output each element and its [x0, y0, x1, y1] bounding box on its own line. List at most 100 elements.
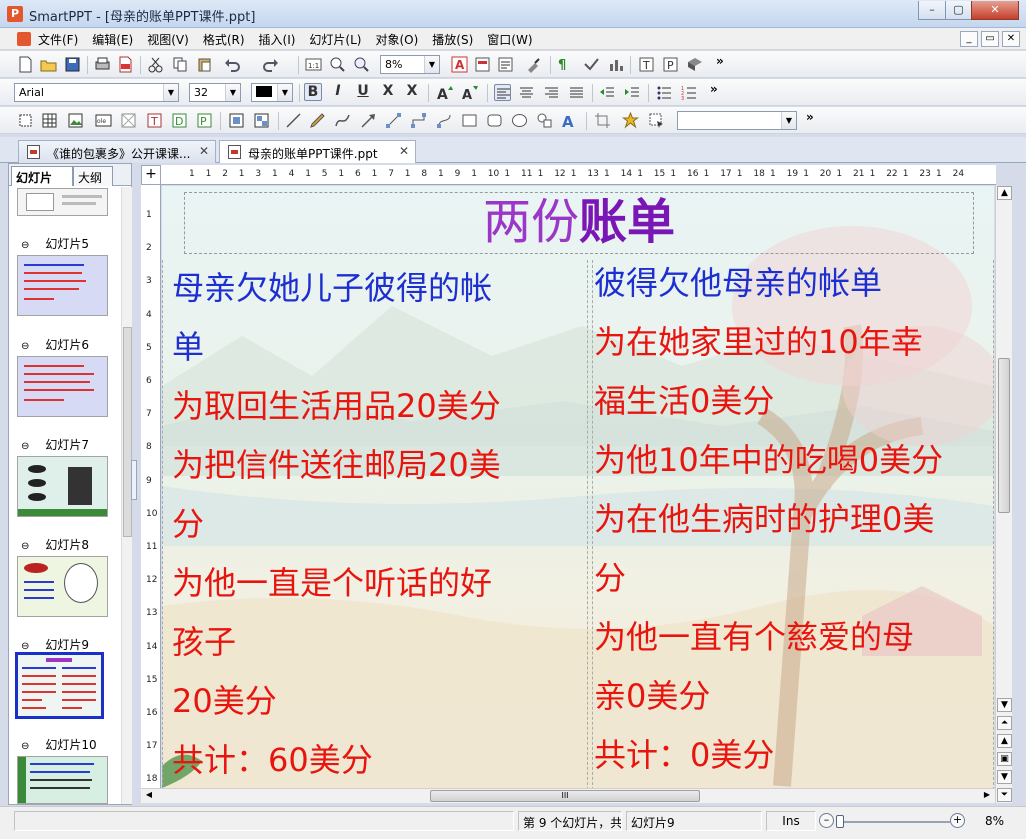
- toolbar-more-button[interactable]: »: [710, 82, 718, 96]
- menu-item-1[interactable]: 编辑(E): [92, 31, 133, 48]
- document-tab-2[interactable]: 母亲的账单PPT课件.ppt ✕: [219, 140, 416, 163]
- align-center-icon[interactable]: [518, 84, 535, 101]
- scrollbar-thumb[interactable]: [998, 358, 1010, 513]
- align-right-icon[interactable]: [543, 84, 560, 101]
- chart-icon[interactable]: [607, 56, 624, 73]
- zoom-fit-icon[interactable]: [329, 56, 346, 73]
- slide-vertical-scrollbar[interactable]: ▲ ▼ ⏶ ▲ ▣ ▼ ⏷: [995, 186, 1012, 803]
- chevron-down-icon[interactable]: ▼: [781, 112, 796, 129]
- decrease-indent-icon[interactable]: [599, 84, 616, 101]
- chevron-down-icon[interactable]: ▼: [424, 56, 439, 73]
- scroll-left-icon[interactable]: ◀: [142, 790, 156, 802]
- group-icon[interactable]: [228, 112, 245, 129]
- font-size-select[interactable]: 32 ▼: [189, 83, 241, 102]
- last-slide-icon[interactable]: ⏷: [997, 788, 1012, 802]
- document-menu-icon[interactable]: [17, 32, 31, 46]
- layout-icon[interactable]: [497, 56, 514, 73]
- table-icon[interactable]: [41, 112, 58, 129]
- text-color-select[interactable]: ▼: [251, 83, 293, 102]
- slide-thumbnail-9-selected[interactable]: [15, 652, 104, 719]
- slide-label-9[interactable]: ⊖ 幻灯片9: [21, 636, 89, 653]
- placeholder-icon[interactable]: P: [196, 112, 213, 129]
- menu-item-6[interactable]: 对象(O): [375, 31, 418, 48]
- zoom-select[interactable]: 8% ▼: [380, 55, 440, 74]
- next-slide-icon[interactable]: ▼: [997, 770, 1012, 784]
- minimize-button[interactable]: –: [918, 1, 946, 20]
- zoom-slider-handle[interactable]: [836, 815, 844, 828]
- menu-item-7[interactable]: 播放(S): [432, 31, 473, 48]
- ole-object-icon[interactable]: ole: [95, 112, 112, 129]
- object-icon[interactable]: [686, 56, 703, 73]
- print-icon[interactable]: [94, 56, 111, 73]
- style-select[interactable]: ▼: [677, 111, 797, 130]
- arrow-icon[interactable]: [360, 112, 377, 129]
- panel-splitter[interactable]: [131, 460, 137, 500]
- bold-button[interactable]: B: [304, 83, 322, 101]
- underline-button[interactable]: U: [354, 83, 372, 99]
- image-icon[interactable]: [67, 112, 84, 129]
- slide-label-10[interactable]: ⊖ 幻灯片10: [21, 736, 97, 753]
- curve-icon[interactable]: [334, 112, 351, 129]
- slide-canvas[interactable]: 两份账单 母亲欠她儿子彼得的帐单为取回生活用品20美分 为把信件送往邮局20美分为…: [162, 186, 994, 788]
- align-left-icon[interactable]: [494, 84, 511, 101]
- scrollbar-thumb[interactable]: III: [430, 790, 700, 802]
- insert-slide-icon[interactable]: [474, 56, 491, 73]
- slide-label-7[interactable]: ⊖ 幻灯片7: [21, 436, 89, 453]
- export-pdf-icon[interactable]: [117, 56, 134, 73]
- slide-thumbnail-7[interactable]: [17, 456, 108, 517]
- undo-icon[interactable]: [224, 56, 241, 73]
- format-painter-icon[interactable]: [525, 56, 542, 73]
- toolbar-more-button[interactable]: »: [716, 54, 724, 68]
- slide-label-8[interactable]: ⊖ 幻灯片8: [21, 536, 89, 553]
- ungroup-icon[interactable]: [253, 112, 270, 129]
- new-file-icon[interactable]: [17, 56, 34, 73]
- close-button[interactable]: ✕: [971, 1, 1019, 20]
- slide-thumbnail-6[interactable]: [17, 356, 108, 417]
- scrollbar-thumb[interactable]: [123, 327, 132, 537]
- elbow-connector-icon[interactable]: [410, 112, 427, 129]
- slide-thumbnail-10[interactable]: [17, 756, 108, 804]
- zoom-out-button[interactable]: –: [819, 813, 834, 828]
- font-name-select[interactable]: Arial ▼: [14, 83, 179, 102]
- slide-view-icon[interactable]: ▣: [997, 752, 1012, 766]
- line-icon[interactable]: [285, 112, 302, 129]
- slide-title[interactable]: 两份账单: [184, 192, 974, 254]
- menu-item-5[interactable]: 幻灯片(L): [309, 31, 361, 48]
- toolbar-more-button[interactable]: »: [806, 110, 814, 124]
- previous-slide-icon[interactable]: ▲: [997, 734, 1012, 748]
- bullet-list-icon[interactable]: [656, 84, 673, 101]
- text-frame-icon[interactable]: T: [146, 112, 163, 129]
- document-tab-1[interactable]: 《谁的包裹多》公开课课... ✕: [18, 140, 216, 163]
- copy-icon[interactable]: [172, 56, 189, 73]
- ruler-corner[interactable]: +: [141, 165, 161, 185]
- tab-outline[interactable]: 大纲: [73, 166, 113, 186]
- text-box-icon[interactable]: T: [638, 56, 655, 73]
- word-art-icon[interactable]: A: [561, 112, 578, 129]
- font-color-icon[interactable]: A: [451, 56, 468, 73]
- document-restore-button[interactable]: ▭: [981, 31, 999, 47]
- slide-label-5[interactable]: ⊖ 幻灯片5: [21, 235, 89, 252]
- document-close-button[interactable]: ✕: [1002, 31, 1020, 47]
- shapes-icon[interactable]: [536, 112, 553, 129]
- paste-icon[interactable]: [196, 56, 213, 73]
- animation-icon[interactable]: [583, 56, 600, 73]
- save-icon[interactable]: [64, 56, 81, 73]
- slide-thumbnail-4[interactable]: [17, 188, 108, 216]
- numbered-list-icon[interactable]: 123: [681, 84, 698, 101]
- slide-thumbnail-5[interactable]: [17, 255, 108, 316]
- chevron-down-icon[interactable]: ▼: [225, 84, 240, 101]
- curved-connector-icon[interactable]: [436, 112, 453, 129]
- actual-size-icon[interactable]: 1:1: [305, 56, 322, 73]
- spell-check-icon[interactable]: ¶: [557, 56, 574, 73]
- tab-close-icon[interactable]: ✕: [199, 144, 209, 158]
- menu-item-0[interactable]: 文件(F): [38, 31, 78, 48]
- chevron-down-icon[interactable]: ▼: [277, 84, 292, 101]
- slide-horizontal-scrollbar[interactable]: ◀ III ▶: [141, 788, 995, 803]
- menu-item-3[interactable]: 格式(R): [203, 31, 245, 48]
- menu-item-4[interactable]: 插入(I): [259, 31, 296, 48]
- menu-item-2[interactable]: 视图(V): [147, 31, 189, 48]
- strikethrough-button[interactable]: X: [379, 83, 397, 99]
- scroll-right-icon[interactable]: ▶: [980, 790, 994, 802]
- slide-thumbnail-8[interactable]: [17, 556, 108, 617]
- picture-icon[interactable]: P: [662, 56, 679, 73]
